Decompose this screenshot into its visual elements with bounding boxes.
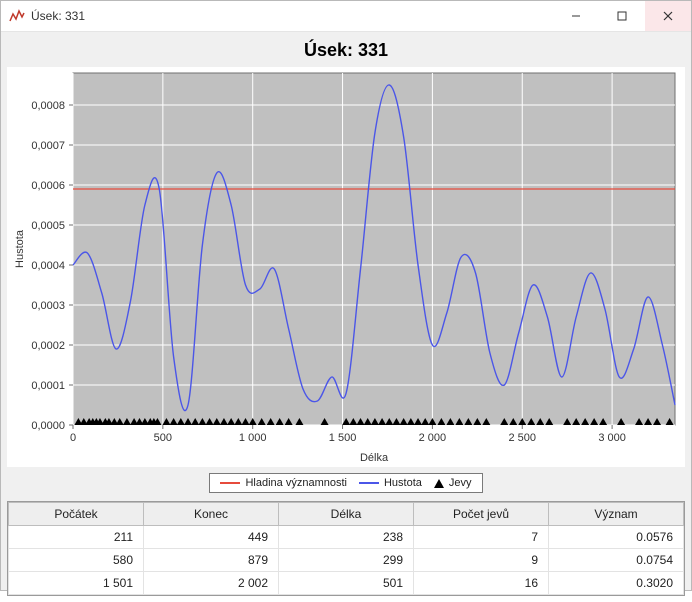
results-table: Počátek Konec Délka Počet jevů Význam 21… [7,501,685,596]
table-row[interactable]: 1 5012 002501160.3020 [9,572,684,595]
cell-length: 238 [279,526,414,549]
content-area: Úsek: 331 05001 0001 5002 0002 5003 0000… [1,32,691,602]
legend-density-label: Hustota [384,477,422,489]
cell-count: 16 [414,572,549,595]
cell-start: 1 501 [9,572,144,595]
svg-text:0,0006: 0,0006 [31,180,65,192]
svg-text:3 000: 3 000 [598,432,626,444]
svg-text:0,0005: 0,0005 [31,220,65,232]
table-row[interactable]: 21144923870.0576 [9,526,684,549]
cell-length: 299 [279,549,414,572]
cell-end: 879 [144,549,279,572]
cell-count: 9 [414,549,549,572]
cell-end: 2 002 [144,572,279,595]
svg-text:1 500: 1 500 [329,432,357,444]
cell-start: 211 [9,526,144,549]
svg-text:0,0001: 0,0001 [31,380,65,392]
svg-text:0,0002: 0,0002 [31,340,65,352]
col-end[interactable]: Konec [144,503,279,526]
svg-text:0,0007: 0,0007 [31,140,65,152]
svg-text:Hustota: Hustota [14,229,26,268]
app-icon [9,8,25,24]
cell-count: 7 [414,526,549,549]
app-window: Úsek: 331 Úsek: 331 0 500 1 000 1 500 2 000 2… [0,0,692,591]
col-count[interactable]: Počet jevů [414,503,549,526]
legend-events: Jevy [434,477,472,489]
line-swatch-red [220,482,240,484]
chart: 0 500 1 000 1 500 2 000 2 500 3 000 0,0000 0,000… [7,67,685,467]
table-header-row: Počátek Konec Délka Počet jevů Význam [9,503,684,526]
legend-threshold: Hladina významnosti [220,477,347,489]
legend: Hladina významnosti Hustota Jevy [7,471,685,497]
cell-signif: 0.0576 [549,526,684,549]
legend-events-label: Jevy [449,477,472,489]
col-start[interactable]: Počátek [9,503,144,526]
svg-text:0,0003: 0,0003 [31,300,65,312]
svg-text:2 500: 2 500 [508,432,536,444]
chart-svg: 0 500 1 000 1 500 2 000 2 500 3 000 0,0000 0,000… [7,67,685,467]
svg-text:0,0000: 0,0000 [31,420,65,432]
col-signif[interactable]: Význam [549,503,684,526]
triangle-swatch [434,479,444,488]
cell-length: 501 [279,572,414,595]
col-length[interactable]: Délka [279,503,414,526]
minimize-button[interactable] [553,1,599,31]
legend-density: Hustota [359,477,422,489]
table-row[interactable]: 58087929990.0754 [9,549,684,572]
svg-text:2 000: 2 000 [419,432,447,444]
cell-start: 580 [9,549,144,572]
cell-end: 449 [144,526,279,549]
svg-text:Délka: Délka [360,452,389,464]
maximize-button[interactable] [599,1,645,31]
window-title: Úsek: 331 [31,9,85,23]
legend-threshold-label: Hladina významnosti [245,477,347,489]
svg-text:0: 0 [70,432,76,444]
svg-text:0,0004: 0,0004 [31,260,65,272]
line-swatch-blue [359,482,379,484]
svg-text:1 000: 1 000 [239,432,267,444]
titlebar[interactable]: Úsek: 331 [1,1,691,32]
svg-text:0,0008: 0,0008 [31,100,65,112]
cell-signif: 0.0754 [549,549,684,572]
cell-signif: 0.3020 [549,572,684,595]
svg-text:500: 500 [154,432,172,444]
close-button[interactable] [645,1,691,31]
legend-box: Hladina významnosti Hustota Jevy [209,473,482,493]
chart-title: Úsek: 331 [7,40,685,61]
